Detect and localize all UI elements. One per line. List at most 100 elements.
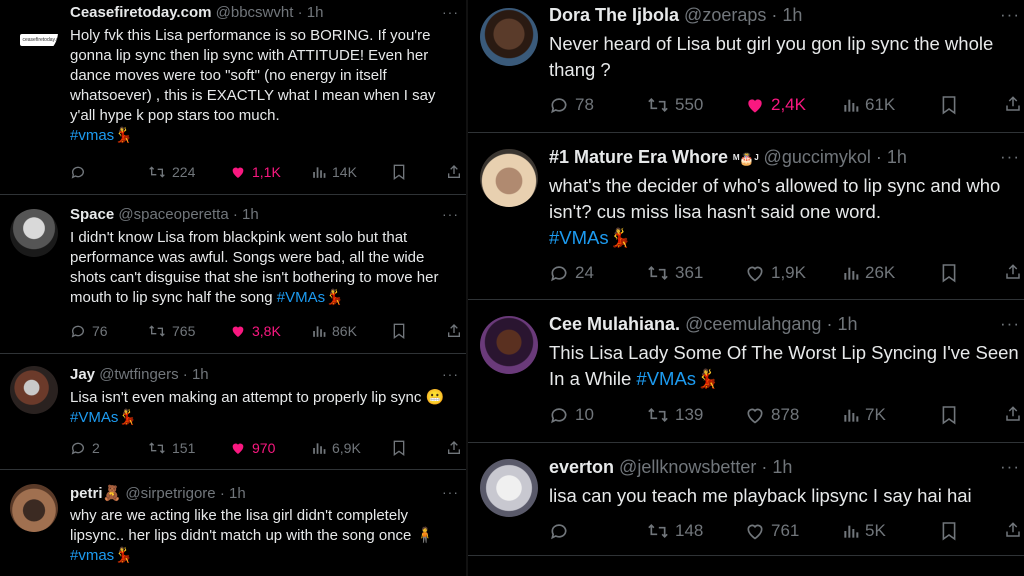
tweet-body: why are we acting like the lisa girl did… [70, 507, 412, 544]
hashtag-link[interactable]: #vmas [70, 547, 114, 564]
timestamp[interactable]: · 1h [771, 5, 802, 25]
tweet[interactable]: petri🧸 @sirpetrigore · 1h ··· why are we… [0, 470, 466, 576]
views-button[interactable]: 6,9K [312, 440, 361, 456]
repost-button[interactable]: 361 [647, 263, 703, 283]
display-name[interactable]: #1 Mature Era Whore [549, 147, 728, 167]
handle[interactable]: @twtfingers [99, 366, 178, 383]
handle[interactable]: @guccimykol [764, 147, 871, 167]
bookmark-button[interactable] [941, 263, 957, 283]
views-button[interactable]: 5K [843, 521, 886, 541]
tweet[interactable]: Cee Mulahiana. @ceemulahgang · 1h ··· Th… [468, 300, 1024, 443]
share-button[interactable] [1004, 521, 1022, 539]
more-icon[interactable]: ··· [1000, 5, 1020, 25]
timestamp[interactable]: · 1h [826, 314, 857, 334]
repost-button[interactable]: 139 [647, 405, 703, 425]
repost-button[interactable]: 224 [148, 164, 195, 180]
avatar[interactable] [480, 459, 538, 517]
share-button[interactable] [1004, 263, 1022, 281]
like-button[interactable]: 1,9K [745, 263, 806, 283]
display-name[interactable]: Ceasefiretoday.com [70, 4, 211, 21]
avatar[interactable] [10, 484, 58, 532]
bookmark-button[interactable] [392, 440, 406, 456]
timestamp[interactable]: · 1h [233, 206, 259, 223]
like-button[interactable]: 970 [230, 440, 275, 456]
like-button[interactable]: 2,4K [745, 95, 806, 115]
views-button[interactable]: 14K [312, 164, 357, 180]
display-name[interactable]: Space [70, 206, 114, 223]
timestamp[interactable]: · 1h [876, 147, 907, 167]
tweet-header: Dora The Ijbola @zoeraps · 1h [549, 5, 802, 26]
reply-button[interactable]: 78 [549, 95, 594, 115]
reply-button[interactable]: 10 [549, 405, 594, 425]
bookmark-button[interactable] [941, 521, 957, 541]
more-icon[interactable]: ··· [442, 484, 459, 500]
avatar[interactable]: ceasefiretoday.com [10, 8, 58, 56]
repost-button[interactable]: 148 [647, 521, 703, 541]
like-button[interactable]: 1,1K [230, 164, 281, 180]
tweet[interactable]: Space @spaceoperetta · 1h ··· I didn't k… [0, 195, 466, 354]
avatar[interactable] [480, 8, 538, 66]
more-icon[interactable]: ··· [1000, 314, 1020, 334]
handle[interactable]: @zoeraps [684, 5, 766, 25]
share-button[interactable] [1004, 95, 1022, 113]
bookmark-button[interactable] [392, 164, 406, 180]
display-name[interactable]: Jay [70, 366, 95, 383]
handle[interactable]: @sirpetrigore [125, 485, 215, 502]
tweet[interactable]: Dora The Ijbola @zoeraps · 1h ··· Never … [468, 0, 1024, 133]
reply-button[interactable] [549, 521, 575, 541]
share-button[interactable] [1004, 405, 1022, 423]
more-icon[interactable]: ··· [1000, 147, 1020, 167]
handle[interactable]: @bbcswvht [216, 4, 294, 21]
more-icon[interactable]: ··· [1000, 457, 1020, 477]
avatar[interactable] [480, 316, 538, 374]
views-button[interactable]: 26K [843, 263, 895, 283]
views-button[interactable]: 61K [843, 95, 895, 115]
bookmark-button[interactable] [941, 405, 957, 425]
tweet[interactable]: #1 Mature Era Whore ᴹ🎂ᴶ @guccimykol · 1h… [468, 133, 1024, 300]
timestamp[interactable]: · 1h [220, 485, 246, 502]
like-button[interactable]: 878 [745, 405, 799, 425]
repost-button[interactable]: 765 [148, 323, 195, 339]
display-name[interactable]: everton [549, 457, 614, 477]
hashtag-link[interactable]: #VMAs [636, 368, 696, 389]
views-button[interactable]: 7K [843, 405, 886, 425]
display-name[interactable]: Dora The Ijbola [549, 5, 679, 25]
reply-button[interactable]: 24 [549, 263, 594, 283]
timestamp[interactable]: · 1h [183, 366, 209, 383]
display-name[interactable]: Cee Mulahiana. [549, 314, 680, 334]
share-button[interactable] [446, 323, 462, 339]
handle[interactable]: @jellknowsbetter [619, 457, 756, 477]
hashtag-link[interactable]: #VMAs [549, 227, 609, 248]
reply-button[interactable]: 2 [70, 440, 100, 456]
hashtag-link[interactable]: #VMAs [277, 289, 325, 306]
share-icon [1006, 264, 1020, 279]
share-button[interactable] [446, 164, 462, 180]
avatar[interactable] [10, 209, 58, 257]
like-button[interactable]: 3,8K [230, 323, 281, 339]
avatar[interactable] [480, 149, 538, 207]
more-icon[interactable]: ··· [442, 4, 459, 20]
display-name[interactable]: petri [70, 485, 103, 502]
view-count: 6,9K [332, 440, 361, 456]
handle[interactable]: @ceemulahgang [685, 314, 821, 334]
repost-button[interactable]: 550 [647, 95, 703, 115]
like-button[interactable]: 761 [745, 521, 799, 541]
share-button[interactable] [446, 440, 462, 456]
bookmark-button[interactable] [392, 323, 406, 339]
tweet[interactable]: everton @jellknowsbetter · 1h ··· lisa c… [468, 443, 1024, 556]
timestamp[interactable]: · 1h [298, 4, 324, 21]
reply-button[interactable]: 76 [70, 323, 108, 339]
hashtag-link[interactable]: #VMAs [70, 409, 118, 426]
handle[interactable]: @spaceoperetta [118, 206, 228, 223]
timestamp[interactable]: · 1h [761, 457, 792, 477]
more-icon[interactable]: ··· [442, 206, 459, 222]
avatar[interactable] [10, 366, 58, 414]
views-button[interactable]: 86K [312, 323, 357, 339]
bookmark-button[interactable] [941, 95, 957, 115]
repost-button[interactable]: 151 [148, 440, 195, 456]
hashtag-link[interactable]: #vmas [70, 127, 114, 144]
reply-button[interactable] [70, 164, 92, 180]
more-icon[interactable]: ··· [442, 366, 459, 382]
tweet[interactable]: Jay @twtfingers · 1h ··· Lisa isn't even… [0, 354, 466, 470]
tweet[interactable]: ceasefiretoday.com Ceasefiretoday.com @b… [0, 0, 466, 195]
